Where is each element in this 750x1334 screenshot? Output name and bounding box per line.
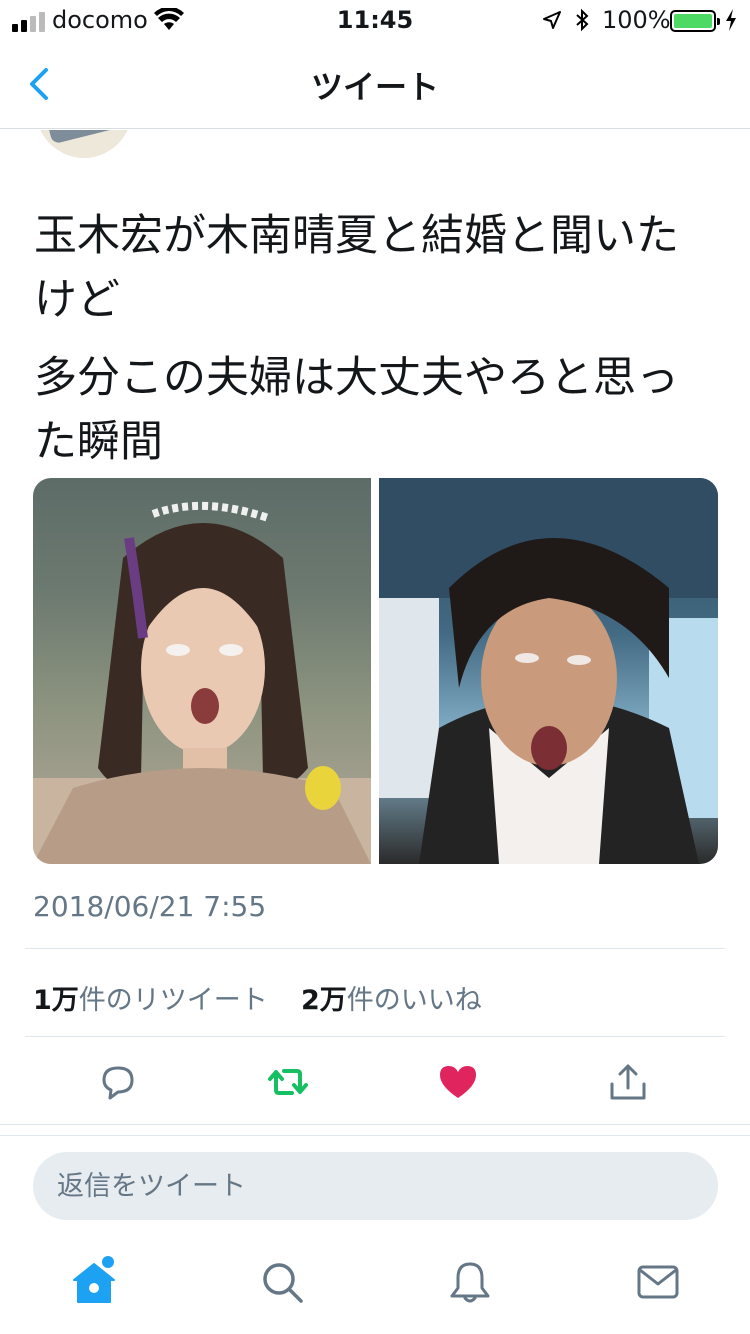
tweet-text-line: 玉木宏が木南晴夏と結婚と聞いたけど <box>34 211 679 325</box>
reply-icon[interactable] <box>96 1060 140 1104</box>
like-stat[interactable]: 2万件のいいね <box>301 985 482 1016</box>
tweet-text-line: 多分この夫婦は大丈夫やろと思った瞬間 <box>34 353 679 467</box>
tab-bar <box>0 1240 750 1334</box>
tweet-media[interactable] <box>33 478 718 864</box>
photo-woman[interactable] <box>33 478 371 864</box>
tweet-text: 玉木宏が木南晴夏と結婚と聞いたけど 多分この夫婦は大丈夫やろと思った瞬間 <box>34 204 714 488</box>
photo-man[interactable] <box>379 478 718 864</box>
search-icon[interactable] <box>258 1258 306 1306</box>
divider <box>25 948 725 949</box>
location-icon <box>543 11 561 29</box>
retweet-stat[interactable]: 1万件のリツイート <box>33 985 268 1016</box>
battery-percent: 100% <box>602 6 671 34</box>
tweet-stats: 1万件のリツイート 2万件のいいね <box>33 978 482 1017</box>
bluetooth-icon <box>576 8 589 32</box>
avatar[interactable] <box>36 130 132 158</box>
reply-bar[interactable] <box>33 1152 718 1220</box>
share-icon[interactable] <box>606 1060 650 1104</box>
charging-icon <box>726 9 736 31</box>
divider <box>25 1036 725 1037</box>
retweets-count: 1万 <box>33 985 79 1016</box>
section-divider <box>0 1124 750 1136</box>
status-bar: docomo 11:45 100% <box>0 0 750 40</box>
likes-count: 2万 <box>300 985 347 1016</box>
battery-icon <box>670 10 720 32</box>
new-tweets-dot <box>102 1256 114 1268</box>
tweet-detail: 玉木宏が木南晴夏と結婚と聞いたけど 多分この夫婦は大丈夫やろと思った瞬間 201… <box>0 130 750 1130</box>
nav-bar: ツイート <box>0 40 750 129</box>
reply-input[interactable] <box>33 1152 718 1220</box>
tweet-timestamp[interactable]: 2018/06/21 7:55 <box>33 890 266 923</box>
retweets-label: 件のリツイート <box>78 985 268 1016</box>
notifications-bell-icon[interactable] <box>446 1258 494 1306</box>
messages-envelope-icon[interactable] <box>634 1258 682 1306</box>
page-title: ツイート <box>310 68 439 106</box>
like-icon[interactable] <box>436 1060 480 1104</box>
retweet-icon[interactable] <box>266 1060 310 1104</box>
tweet-actions <box>0 1060 750 1120</box>
likes-label: 件のいいね <box>346 985 482 1016</box>
